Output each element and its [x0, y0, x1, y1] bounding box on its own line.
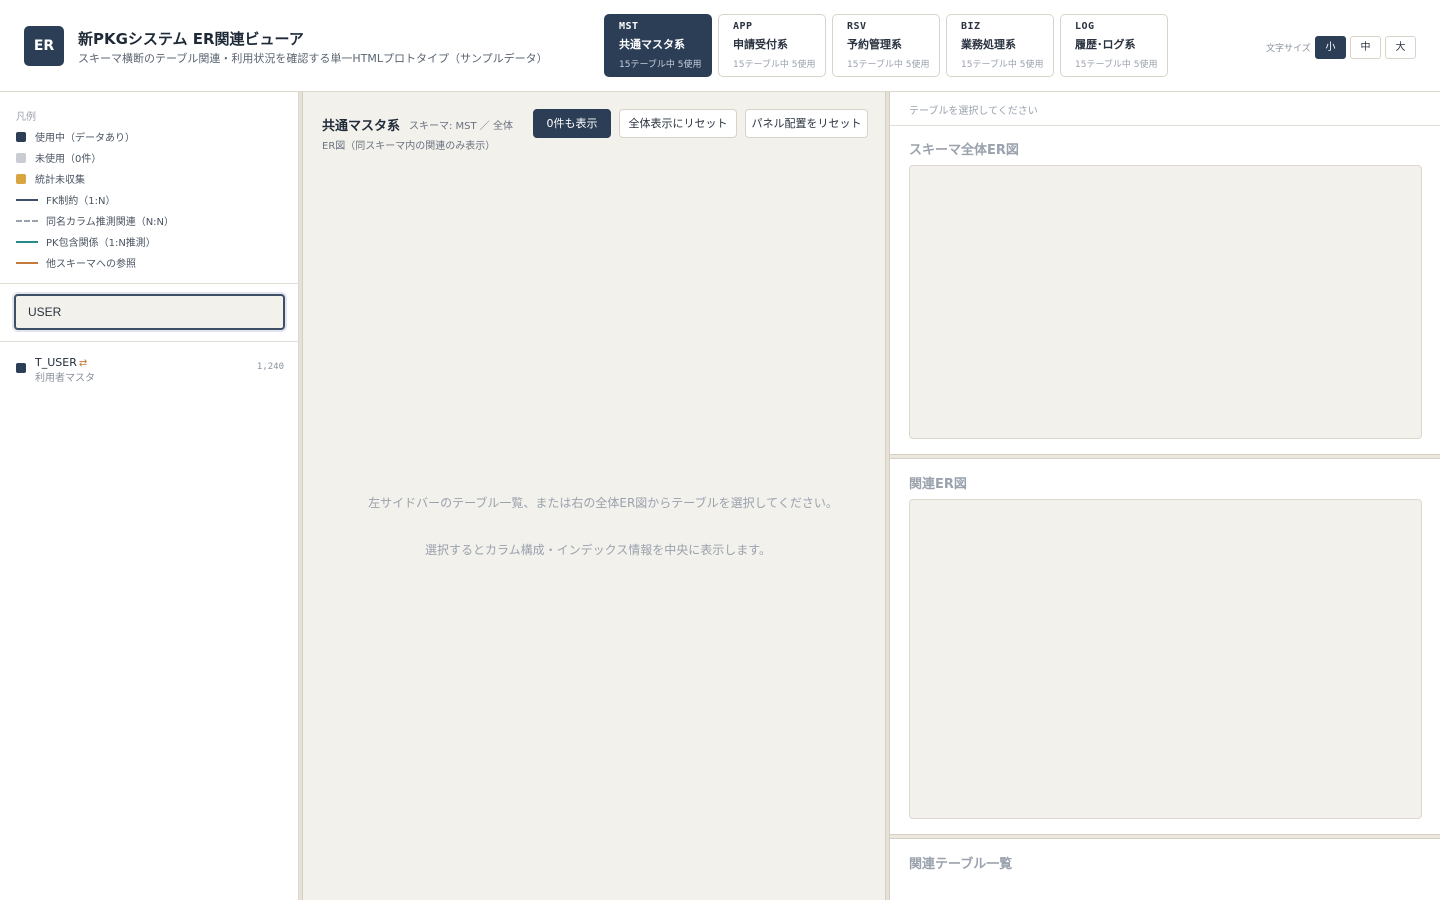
app-title: 新PKGシステム ER関連ビューア: [78, 30, 304, 48]
table-name: T_USER: [35, 356, 77, 369]
legend-dashed-line-icon: [16, 219, 38, 222]
legend-square-icon: [16, 131, 26, 142]
tab-name: 予約管理系: [847, 38, 902, 51]
tab-code: APP: [733, 21, 753, 32]
center-panel: 共通マスタ系 スキーマ: MST ／ 全体 ER図（同スキーマ内の関連のみ表示）…: [303, 92, 885, 900]
font-size-large-button[interactable]: 大: [1385, 36, 1416, 59]
related-er-canvas[interactable]: [909, 499, 1422, 819]
table-jp-name: 利用者マスタ: [35, 373, 95, 384]
schema-tabs: MST 共通マスタ系 15テーブル中 5使用 APP 申請受付系 15テーブル中…: [604, 14, 1168, 77]
cross-schema-ref-icon: ⇄: [78, 358, 88, 369]
legend-label: 未使用（0件）: [35, 154, 102, 165]
center-title: 共通マスタ系: [322, 119, 401, 134]
legend-item: 使用中（データあり）: [16, 129, 135, 144]
legend-line-icon: [16, 240, 38, 243]
tab-meta: 15テーブル中 5使用: [1075, 60, 1158, 70]
legend-item: 統計未収集: [16, 171, 85, 186]
legend-label: 統計未収集: [35, 175, 85, 186]
legend-label: FK制約（1:N）: [46, 196, 116, 207]
legend-item: 未使用（0件）: [16, 150, 101, 165]
legend-square-icon: [16, 173, 26, 184]
status-used-icon: [16, 363, 26, 373]
related-list-title: 関連テーブル一覧: [909, 857, 1013, 872]
select-hint: テーブルを選択してください: [909, 106, 1038, 117]
legend-label: 使用中（データあり）: [35, 133, 135, 144]
empty-message: 左サイドバーのテーブル一覧、または右の全体ER図からテーブルを選択してください。: [368, 496, 838, 510]
app-logo: ER: [24, 26, 64, 66]
sidebar: 凡例 使用中（データあり） 未使用（0件） 統計未収集 FK制約（1:N） 同名…: [0, 92, 299, 900]
tab-meta: 15テーブル中 5使用: [847, 60, 930, 70]
tab-code: LOG: [1075, 21, 1095, 32]
legend-line-icon: [16, 261, 38, 264]
tab-name: 業務処理系: [961, 38, 1016, 51]
tab-app[interactable]: APP 申請受付系 15テーブル中 5使用: [718, 14, 826, 77]
tab-rsv[interactable]: RSV 予約管理系 15テーブル中 5使用: [832, 14, 940, 77]
reset-all-button[interactable]: 全体表示にリセット: [619, 109, 737, 138]
tab-biz[interactable]: BIZ 業務処理系 15テーブル中 5使用: [946, 14, 1054, 77]
font-size-label: 文字サイズ: [1266, 44, 1311, 54]
tab-name: 共通マスタ系: [619, 38, 685, 51]
right-divider: [890, 125, 1440, 126]
empty-message-sub: 選択するとカラム構成・インデックス情報を中央に表示します。: [424, 543, 772, 557]
table-row-count: 1,240: [256, 362, 284, 372]
app-header: ER 新PKGシステム ER関連ビューア スキーマ横断のテーブル関連・利用状況を…: [0, 0, 1440, 92]
legend-label: PK包含関係（1:N推測）: [46, 238, 156, 249]
tab-code: RSV: [847, 21, 867, 32]
tab-mst[interactable]: MST 共通マスタ系 15テーブル中 5使用: [604, 14, 712, 77]
sidebar-divider: [0, 341, 299, 342]
sidebar-divider: [0, 283, 299, 284]
schema-er-canvas[interactable]: [909, 165, 1422, 439]
app-subtitle: スキーマ横断のテーブル関連・利用状況を確認する単一HTMLプロトタイプ（サンプル…: [78, 52, 548, 65]
tab-meta: 15テーブル中 5使用: [961, 60, 1044, 70]
tab-code: BIZ: [961, 21, 981, 32]
legend-square-icon: [16, 152, 26, 163]
legend-line-icon: [16, 198, 38, 201]
table-name-wrap: T_USER ⇄: [35, 356, 87, 369]
table-list-item[interactable]: T_USER ⇄ 利用者マスタ 1,240: [16, 356, 284, 384]
center-schema: スキーマ: MST ／ 全体: [409, 121, 513, 132]
reset-panel-button[interactable]: パネル配置をリセット: [745, 109, 868, 138]
right-section-resizer[interactable]: [890, 454, 1440, 459]
show-zero-button[interactable]: 0件も表示: [533, 109, 611, 138]
legend-item: 他スキーマへの参照: [16, 255, 136, 270]
legend-title: 凡例: [16, 112, 36, 123]
center-note: ER図（同スキーマ内の関連のみ表示）: [322, 141, 496, 152]
tab-meta: 15テーブル中 5使用: [733, 60, 816, 70]
right-panel: テーブルを選択してください スキーマ全体ER図 関連ER図 関連テーブル一覧: [890, 92, 1440, 900]
related-er-title: 関連ER図: [909, 477, 967, 492]
legend-label: 同名カラム推測関連（N:N）: [46, 217, 175, 228]
legend-item: 同名カラム推測関連（N:N）: [16, 213, 174, 228]
tab-meta: 15テーブル中 5使用: [619, 60, 702, 70]
tab-code: MST: [619, 21, 639, 32]
legend-item: PK包含関係（1:N推測）: [16, 234, 156, 249]
legend-label: 他スキーマへの参照: [46, 259, 136, 270]
schema-er-title: スキーマ全体ER図: [909, 143, 1019, 158]
legend-item: FK制約（1:N）: [16, 192, 116, 207]
tab-name: 履歴･ログ系: [1075, 38, 1136, 51]
tab-log[interactable]: LOG 履歴･ログ系 15テーブル中 5使用: [1060, 14, 1168, 77]
table-search-input[interactable]: [14, 294, 285, 330]
tab-name: 申請受付系: [733, 38, 788, 51]
font-size-small-button[interactable]: 小: [1315, 36, 1346, 59]
right-section-resizer[interactable]: [890, 834, 1440, 839]
font-size-medium-button[interactable]: 中: [1350, 36, 1381, 59]
